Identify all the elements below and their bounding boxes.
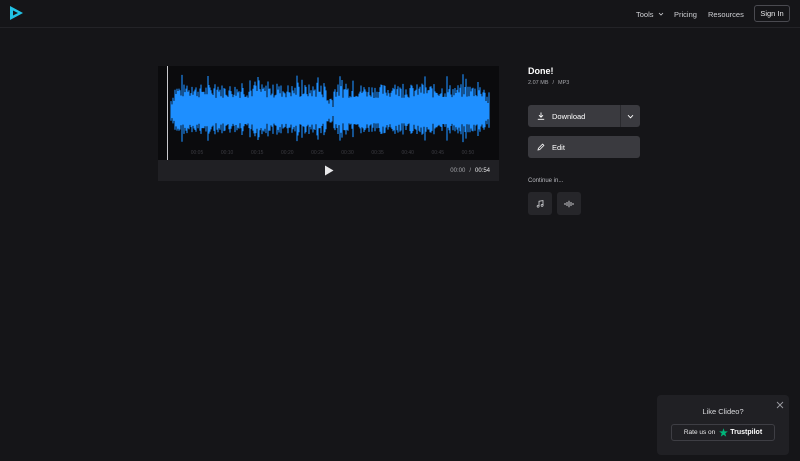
pencil-icon [537, 143, 545, 151]
play-icon[interactable] [324, 165, 334, 176]
nav-tools[interactable]: Tools [636, 0, 664, 28]
current-time: 00:00 [450, 167, 466, 174]
time-tick-label: 00:30 [341, 150, 354, 156]
download-label: Download [552, 111, 586, 121]
player-controls: 00:00 / 00:54 [158, 160, 499, 181]
top-header: Tools Pricing Resources Sign In [0, 0, 800, 28]
waveform-time-ticks: 00:05 00:10 00:15 00:20 00:25 00:30 00:35 00:40… [191, 150, 475, 156]
chevron-down-icon [627, 114, 634, 118]
nav-resources-label: Resources [708, 9, 744, 19]
download-options-button[interactable] [621, 105, 640, 127]
star-icon [719, 428, 729, 437]
trustpilot-rate-button[interactable]: Rate us on Trustpilot [671, 424, 775, 441]
time-tick-label: 00:15 [251, 150, 264, 156]
done-title: Done! [528, 66, 554, 76]
time-tick-label: 00:35 [371, 150, 384, 156]
rate-label: Rate us on [683, 429, 716, 436]
time-display: 00:00 / 00:54 [450, 160, 490, 181]
file-size: 2.07 MB [528, 80, 549, 86]
file-format: MP3 [558, 80, 570, 86]
time-tick-label: 00:20 [281, 150, 294, 156]
nav-tools-label: Tools [636, 9, 654, 19]
continue-waveform-tool[interactable] [557, 192, 581, 215]
time-tick-label: 00:05 [191, 150, 204, 156]
time-tick-label: 00:50 [462, 150, 475, 156]
continue-audio-tool[interactable] [528, 192, 552, 215]
waveform-canvas[interactable]: 00:05 00:10 00:15 00:20 00:25 00:30 00:35 00:40… [158, 66, 499, 160]
clideo-logo-icon[interactable] [8, 5, 24, 21]
continue-label: Continue in... [528, 178, 564, 184]
sign-in-button[interactable]: Sign In [754, 5, 790, 22]
time-separator: / [469, 167, 471, 174]
time-tick-label: 00:40 [401, 150, 414, 156]
music-note-icon [536, 199, 544, 208]
edit-button[interactable]: Edit [528, 136, 640, 158]
time-tick-label: 00:10 [221, 150, 234, 156]
trustpilot-brand: Trustpilot [730, 429, 763, 436]
toast-title: Like Clideo? [702, 407, 744, 416]
download-split-button: Download [528, 105, 640, 127]
waveform-bars [170, 74, 490, 143]
download-icon [537, 112, 545, 120]
rating-toast: Like Clideo? Rate us on Trustpilot [657, 395, 789, 455]
waveform-icon [564, 200, 574, 207]
nav-pricing[interactable]: Pricing [674, 0, 697, 28]
download-button[interactable]: Download [528, 105, 620, 127]
audio-waveform-player[interactable]: 00:05 00:10 00:15 00:20 00:25 00:30 00:35 00:40… [158, 66, 499, 160]
chevron-down-icon [658, 12, 663, 16]
nav-resources[interactable]: Resources [708, 0, 744, 28]
file-meta: 2.07 MB / MP3 [528, 80, 569, 86]
meta-separator: / [552, 80, 555, 86]
nav-pricing-label: Pricing [674, 9, 697, 19]
time-tick-label: 00:25 [311, 150, 324, 156]
time-tick-label: 00:45 [432, 150, 445, 156]
edit-label: Edit [552, 142, 565, 152]
waveform-path [170, 74, 490, 143]
duration: 00:54 [474, 167, 490, 174]
